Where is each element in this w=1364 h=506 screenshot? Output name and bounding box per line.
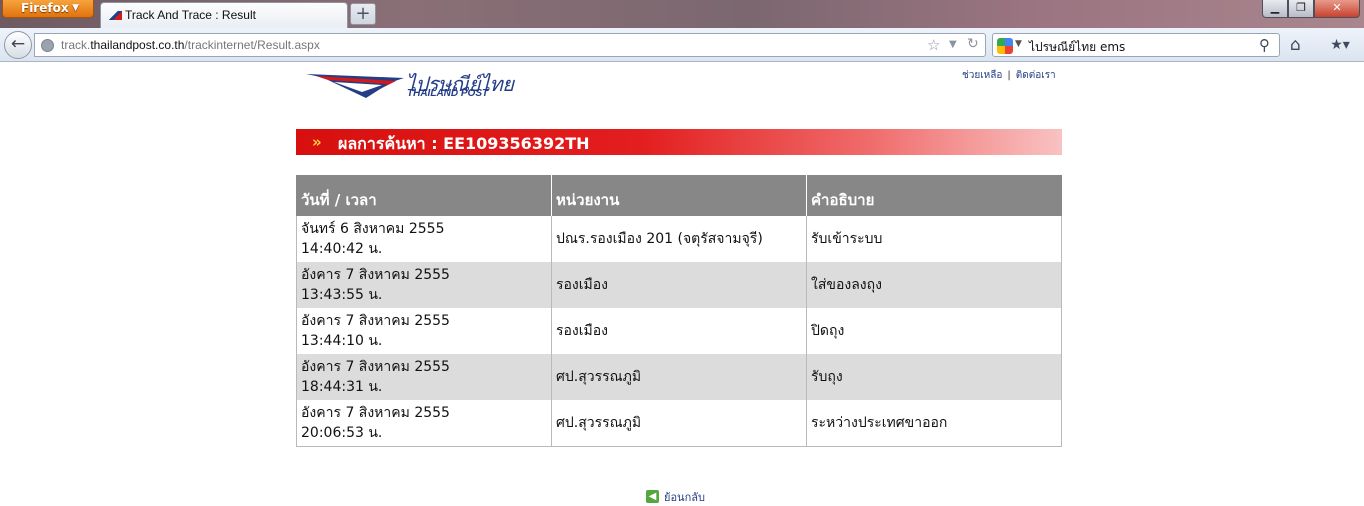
url-prefix: track. bbox=[61, 38, 91, 52]
back-arrow-icon[interactable]: ← bbox=[4, 31, 32, 59]
search-icon[interactable]: ⚲ bbox=[1259, 36, 1270, 54]
thailand-post-favicon-icon bbox=[109, 11, 122, 20]
description-cell: ปิดถุง bbox=[806, 308, 1062, 354]
url-bar[interactable]: track.thailandpost.co.th/trackinternet/R… bbox=[34, 33, 986, 57]
star-icon[interactable]: ☆ bbox=[927, 36, 940, 54]
new-tab-button[interactable]: + bbox=[350, 3, 376, 25]
result-banner: » ผลการค้นหา : EE109356392TH bbox=[296, 129, 1062, 155]
tracking-table: วันที่ / เวลา หน่วยงาน คำอธิบาย จันทร์ 6… bbox=[296, 175, 1062, 447]
google-icon[interactable] bbox=[997, 38, 1013, 54]
time-text: 14:40:42 น. bbox=[301, 241, 383, 257]
description-cell: รับถุง bbox=[806, 354, 1062, 400]
tab-title: Track And Trace : Result bbox=[125, 8, 256, 22]
url-text[interactable]: track.thailandpost.co.th/trackinternet/R… bbox=[61, 38, 320, 52]
date-text: อังคาร 7 สิงหาคม 2555 bbox=[301, 359, 450, 375]
office-cell: ปณร.รองเมือง 201 (จตุรัสจามจุรี) bbox=[551, 216, 807, 262]
browser-tab[interactable]: Track And Trace : Result bbox=[100, 2, 348, 28]
search-input[interactable]: ไปรษณีย์ไทย ems bbox=[1029, 38, 1125, 57]
column-header-datetime: วันที่ / เวลา bbox=[296, 175, 552, 216]
chevron-down-icon[interactable]: ▼ bbox=[1015, 39, 1022, 49]
chevron-down-icon: ▼ bbox=[72, 3, 79, 13]
home-icon[interactable]: ⌂ bbox=[1290, 35, 1301, 55]
office-cell: รองเมือง bbox=[551, 308, 807, 354]
contact-link[interactable]: ติดต่อเรา bbox=[1016, 70, 1056, 81]
thailand-post-logo[interactable]: ไปรษณีย์ไทย THAILAND POST bbox=[304, 68, 514, 102]
result-title: ผลการค้นหา : EE109356392TH bbox=[338, 134, 590, 153]
back-arrow-icon: ◀ bbox=[646, 490, 659, 503]
help-link[interactable]: ช่วยเหลือ bbox=[962, 70, 1002, 81]
column-header-description: คำอธิบาย bbox=[806, 175, 1062, 216]
office-cell: รองเมือง bbox=[551, 262, 807, 308]
table-row: จันทร์ 6 สิงหาคม 2555 14:40:42 น. ปณร.รอง… bbox=[296, 216, 1062, 262]
top-links: ช่วยเหลือ | ติดต่อเรา bbox=[962, 68, 1056, 83]
datetime-cell: อังคาร 7 สิงหาคม 2555 18:44:31 น. bbox=[296, 354, 552, 400]
table-row: อังคาร 7 สิงหาคม 2555 13:44:10 น. รองเมือ… bbox=[296, 308, 1062, 354]
bookmarks-icon[interactable]: ★▾ bbox=[1322, 34, 1358, 56]
maximize-button[interactable]: ❐ bbox=[1288, 0, 1314, 18]
datetime-cell: จันทร์ 6 สิงหาคม 2555 14:40:42 น. bbox=[296, 216, 552, 262]
date-text: อังคาร 7 สิงหาคม 2555 bbox=[301, 267, 450, 283]
time-text: 18:44:31 น. bbox=[301, 379, 383, 395]
table-row: อังคาร 7 สิงหาคม 2555 13:43:55 น. รองเมือ… bbox=[296, 262, 1062, 308]
description-cell: ใส่ของลงถุง bbox=[806, 262, 1062, 308]
datetime-cell: อังคาร 7 สิงหาคม 2555 13:44:10 น. bbox=[296, 308, 552, 354]
logo-english-text: THAILAND POST bbox=[407, 88, 489, 99]
double-chevron-right-icon: » bbox=[312, 133, 322, 151]
description-cell: รับเข้าระบบ bbox=[806, 216, 1062, 262]
close-button[interactable]: ✕ bbox=[1314, 0, 1360, 18]
date-text: อังคาร 7 สิงหาคม 2555 bbox=[301, 313, 450, 329]
time-text: 13:43:55 น. bbox=[301, 287, 383, 303]
link-separator: | bbox=[1007, 70, 1011, 81]
globe-icon bbox=[41, 39, 54, 52]
time-text: 20:06:53 น. bbox=[301, 424, 383, 441]
description-cell: ระหว่างประเทศขาออก bbox=[806, 400, 1062, 447]
firefox-menu-label: Firefox bbox=[21, 1, 69, 15]
reload-icon[interactable]: ↻ bbox=[967, 36, 979, 52]
chevron-down-icon[interactable]: ▼ bbox=[949, 39, 957, 50]
office-cell: ศป.สุวรรณภูมิ bbox=[551, 354, 807, 400]
table-row: อังคาร 7 สิงหาคม 2555 18:44:31 น. ศป.สุวร… bbox=[296, 354, 1062, 400]
url-domain: thailandpost.co.th bbox=[90, 38, 185, 52]
back-link[interactable]: ◀ ย้อนกลับ bbox=[646, 486, 705, 506]
url-path: /trackinternet/Result.aspx bbox=[184, 38, 320, 52]
window-titlebar: Firefox ▼ Track And Trace : Result + ▁ ❐… bbox=[0, 0, 1364, 28]
table-header-row: วันที่ / เวลา หน่วยงาน คำอธิบาย bbox=[296, 175, 1062, 216]
date-text: จันทร์ 6 สิงหาคม 2555 bbox=[301, 221, 445, 237]
search-bar[interactable]: ▼ ไปรษณีย์ไทย ems ⚲ bbox=[992, 33, 1280, 57]
datetime-cell: อังคาร 7 สิงหาคม 2555 20:06:53 น. bbox=[296, 400, 552, 447]
column-header-office: หน่วยงาน bbox=[551, 175, 807, 216]
office-cell: ศป.สุวรรณภูมิ bbox=[551, 400, 807, 447]
back-link-label: ย้อนกลับ bbox=[664, 490, 705, 504]
table-row: อังคาร 7 สิงหาคม 2555 20:06:53 น. ศป.สุวร… bbox=[296, 400, 1062, 447]
time-text: 13:44:10 น. bbox=[301, 333, 383, 349]
datetime-cell: อังคาร 7 สิงหาคม 2555 13:43:55 น. bbox=[296, 262, 552, 308]
firefox-menu-button[interactable]: Firefox ▼ bbox=[2, 0, 94, 18]
navigation-toolbar: ← track.thailandpost.co.th/trackinternet… bbox=[0, 28, 1364, 62]
date-text: อังคาร 7 สิงหาคม 2555 bbox=[301, 404, 450, 421]
minimize-button[interactable]: ▁ bbox=[1262, 0, 1288, 18]
logo-swoosh-icon bbox=[306, 74, 404, 98]
